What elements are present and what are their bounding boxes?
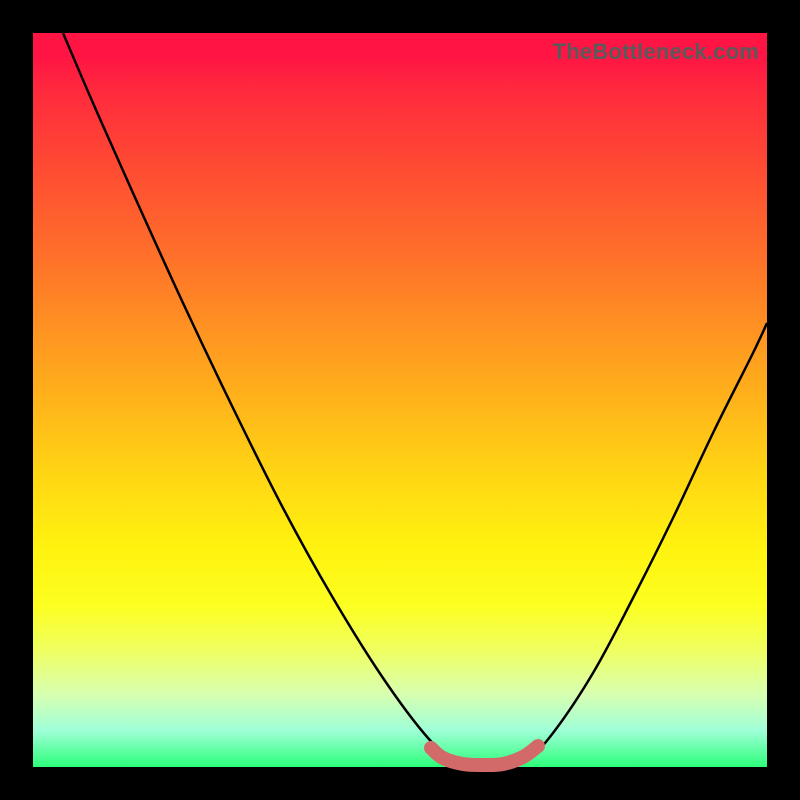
plot-area: TheBottleneck.com — [33, 33, 767, 767]
bottleneck-curve — [63, 33, 767, 764]
bottom-flat-marker — [431, 746, 538, 765]
chart-frame: TheBottleneck.com — [0, 0, 800, 800]
curve-layer — [33, 33, 767, 767]
